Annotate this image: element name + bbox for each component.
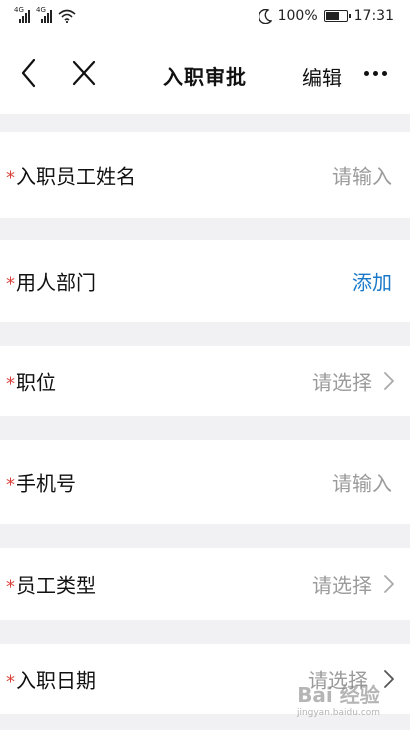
chevron-right-icon xyxy=(384,670,394,688)
battery-percent: 100% xyxy=(277,8,318,24)
required-mark: * xyxy=(6,273,15,295)
chevron-right-icon xyxy=(384,575,394,593)
required-mark: * xyxy=(6,474,15,496)
field-label: *员工类型 xyxy=(6,573,96,598)
signal-icon: 4G xyxy=(14,6,30,23)
more-icon[interactable] xyxy=(364,68,390,78)
form-row-employee-name[interactable]: *入职员工姓名 请输入 xyxy=(0,132,410,218)
required-mark: * xyxy=(6,373,15,395)
form-row-phone[interactable]: *手机号 请输入 xyxy=(0,440,410,524)
chevron-right-icon xyxy=(384,372,394,390)
required-mark: * xyxy=(6,671,15,693)
field-label: *职位 xyxy=(6,370,56,395)
employee-name-input[interactable]: 请输入 xyxy=(332,161,392,190)
form-row-employee-type[interactable]: *员工类型 请选择 xyxy=(0,548,410,620)
watermark-brand: Bai 经验 xyxy=(297,683,380,707)
watermark-url: jingyan.baidu.com xyxy=(296,708,380,718)
signal-icon: 4G xyxy=(36,6,52,23)
signal-label: 4G xyxy=(14,6,24,14)
page-title: 入职审批 xyxy=(163,65,247,89)
field-label: *手机号 xyxy=(6,471,76,496)
field-label: *用人部门 xyxy=(6,270,96,295)
employee-type-select[interactable]: 请选择 xyxy=(312,570,372,599)
edit-button[interactable]: 编辑 xyxy=(302,62,342,91)
moon-icon xyxy=(258,8,272,24)
field-label: *入职员工姓名 xyxy=(6,164,136,189)
battery-icon xyxy=(323,10,351,22)
status-bar: 4G 4G 100% 17:31 xyxy=(0,0,410,36)
position-select[interactable]: 请选择 xyxy=(312,367,372,396)
status-left: 4G 4G xyxy=(14,6,76,23)
phone-input[interactable]: 请输入 xyxy=(332,468,392,497)
wifi-icon xyxy=(58,9,76,23)
status-right: 100% 17:31 xyxy=(258,8,394,24)
field-label: *入职日期 xyxy=(6,668,96,693)
form-row-department[interactable]: *用人部门 添加 xyxy=(0,240,410,322)
form-row-position[interactable]: *职位 请选择 xyxy=(0,346,410,416)
add-department-link[interactable]: 添加 xyxy=(352,267,392,296)
required-mark: * xyxy=(6,167,15,189)
status-time: 17:31 xyxy=(353,8,394,24)
nav-bar: 入职审批 编辑 xyxy=(0,36,410,114)
signal-label: 4G xyxy=(36,6,46,14)
required-mark: * xyxy=(6,576,15,598)
watermark: Bai 经验 jingyan.baidu.com xyxy=(297,679,380,718)
